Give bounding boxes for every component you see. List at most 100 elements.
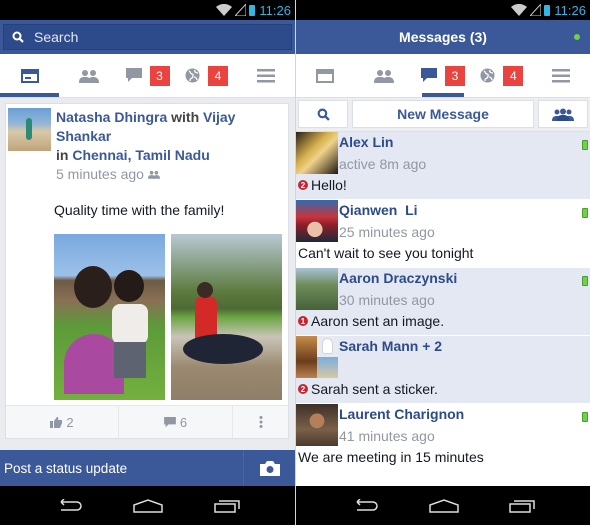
post-text: Quality time with the family! [54,202,225,218]
thread-name: Laurent Charignon [339,406,465,422]
camera-icon [259,460,280,476]
back-icon[interactable] [55,498,83,513]
tab-menu[interactable] [236,54,295,97]
signal-icon [530,4,542,16]
menu-icon [256,68,275,82]
comment-count: 6 [179,414,188,430]
post-time[interactable]: 5 minutes ago [56,165,144,184]
messages-badge: 3 [444,65,465,86]
news-feed-screen: 11:26 Search 3 4 Natasha Dhingra with Vi… [0,0,295,525]
post-card: Natasha Dhingra with Vijay Shankar in Ch… [5,103,289,439]
thread-time: 41 minutes ago [339,428,435,444]
tab-friends[interactable] [355,54,414,97]
top-bar: Messages (3) [296,20,590,54]
chat-icon [420,68,437,82]
photo-mother-child[interactable] [54,234,165,400]
wifi-icon [511,4,528,16]
thumbs-up-icon [50,416,63,428]
clock: 11:26 [554,2,586,18]
globe-icon [480,68,495,83]
thread-snippet: Can't wait to see you tonight [298,245,474,261]
search-placeholder: Search [34,29,79,45]
recent-apps-icon[interactable] [214,499,240,513]
online-status-dot[interactable] [574,34,580,40]
mobile-icon [582,140,588,150]
clock: 11:26 [259,2,291,18]
with-text: with [171,109,200,125]
home-icon[interactable] [133,498,164,513]
thread-snippet: Hello! [311,177,347,193]
status-update-bar: Post a status update [0,450,295,486]
battery-icon [544,4,551,16]
messages-badge: 3 [149,65,170,86]
camera-button[interactable] [243,450,295,486]
thread-item[interactable]: Laurent Charignon 41 minutes ago We are … [296,404,590,472]
menu-icon [551,68,570,82]
comment-button[interactable]: 6 [119,406,233,438]
more-vertical-icon [259,416,262,428]
author-avatar[interactable] [8,108,51,151]
avatar [296,200,338,242]
like-button[interactable]: 2 [6,406,119,438]
status-bar: 11:26 [296,0,590,20]
avatar [296,404,338,446]
author-link[interactable]: Natasha Dhingra [56,109,167,125]
tab-bar: 3 4 [0,54,295,98]
thread-item[interactable]: Alex Lin active 8m ago 2 Hello! [296,132,590,200]
mobile-icon [582,276,588,286]
thread-list: Alex Lin active 8m ago 2 Hello! Qianwen L… [296,132,590,472]
tab-friends[interactable] [59,54,118,97]
location-link[interactable]: Chennai, Tamil Nadu [72,147,209,163]
in-text: in [56,147,69,163]
thread-snippet: Sarah sent a sticker. [311,381,438,397]
news-feed-icon [20,68,39,83]
home-icon[interactable] [429,498,459,513]
recent-apps-icon[interactable] [509,499,535,513]
mobile-icon [582,208,588,218]
chat-icon [125,68,142,82]
thread-item[interactable]: Qianwen Li 25 minutes ago Can't wait to … [296,200,590,268]
thread-item[interactable]: Aaron Draczynski 30 minutes ago 1 Aaron s… [296,268,590,336]
tab-notifications[interactable]: 4 [472,54,531,97]
post-status-button[interactable]: Post a status update [0,461,243,476]
unread-count-badge: 1 [298,316,308,326]
tab-news-feed[interactable] [0,54,59,97]
comment-icon [164,416,176,427]
friends-icon [78,69,99,83]
thread-name: Sarah Mann + 2 [339,338,443,354]
tab-messages[interactable]: 3 [414,54,473,97]
wifi-icon [216,4,233,16]
top-bar: Search [0,20,295,54]
globe-icon [185,68,200,83]
battery-icon [249,4,256,16]
thread-name: Alex Lin [339,134,394,150]
back-icon[interactable] [351,498,379,513]
thread-snippet: Aaron sent an image. [311,313,445,329]
notifications-badge: 4 [503,65,524,86]
tab-notifications[interactable]: 4 [177,54,236,97]
friends-icon [374,69,395,83]
thread-snippet: We are meeting in 15 minutes [298,449,484,465]
signal-icon [235,4,247,16]
search-icon [317,108,330,121]
tab-menu[interactable] [531,54,590,97]
search-messages-button[interactable] [298,100,348,128]
new-group-button[interactable] [538,100,588,128]
new-message-button[interactable]: New Message [352,100,534,128]
search-icon [12,31,24,43]
tab-messages[interactable]: 3 [118,54,177,97]
search-input[interactable]: Search [3,24,292,50]
friends-audience-icon [147,170,160,179]
android-nav-bar [0,486,295,525]
notifications-badge: 4 [208,65,228,86]
thread-item[interactable]: Sarah Mann + 2 2 Sarah sent a sticker. [296,336,590,404]
avatar [296,268,338,310]
thread-time: 25 minutes ago [339,224,435,240]
status-bar: 11:26 [0,0,295,20]
photo-tire-swing[interactable] [171,234,282,400]
more-options-button[interactable] [233,406,288,438]
thread-name: Aaron Draczynski [339,270,458,286]
messages-screen: 11:26 Messages (3) 3 4 New Message Alex … [295,0,590,525]
thread-name: Qianwen Li [339,202,418,218]
tab-news-feed[interactable] [296,54,355,97]
